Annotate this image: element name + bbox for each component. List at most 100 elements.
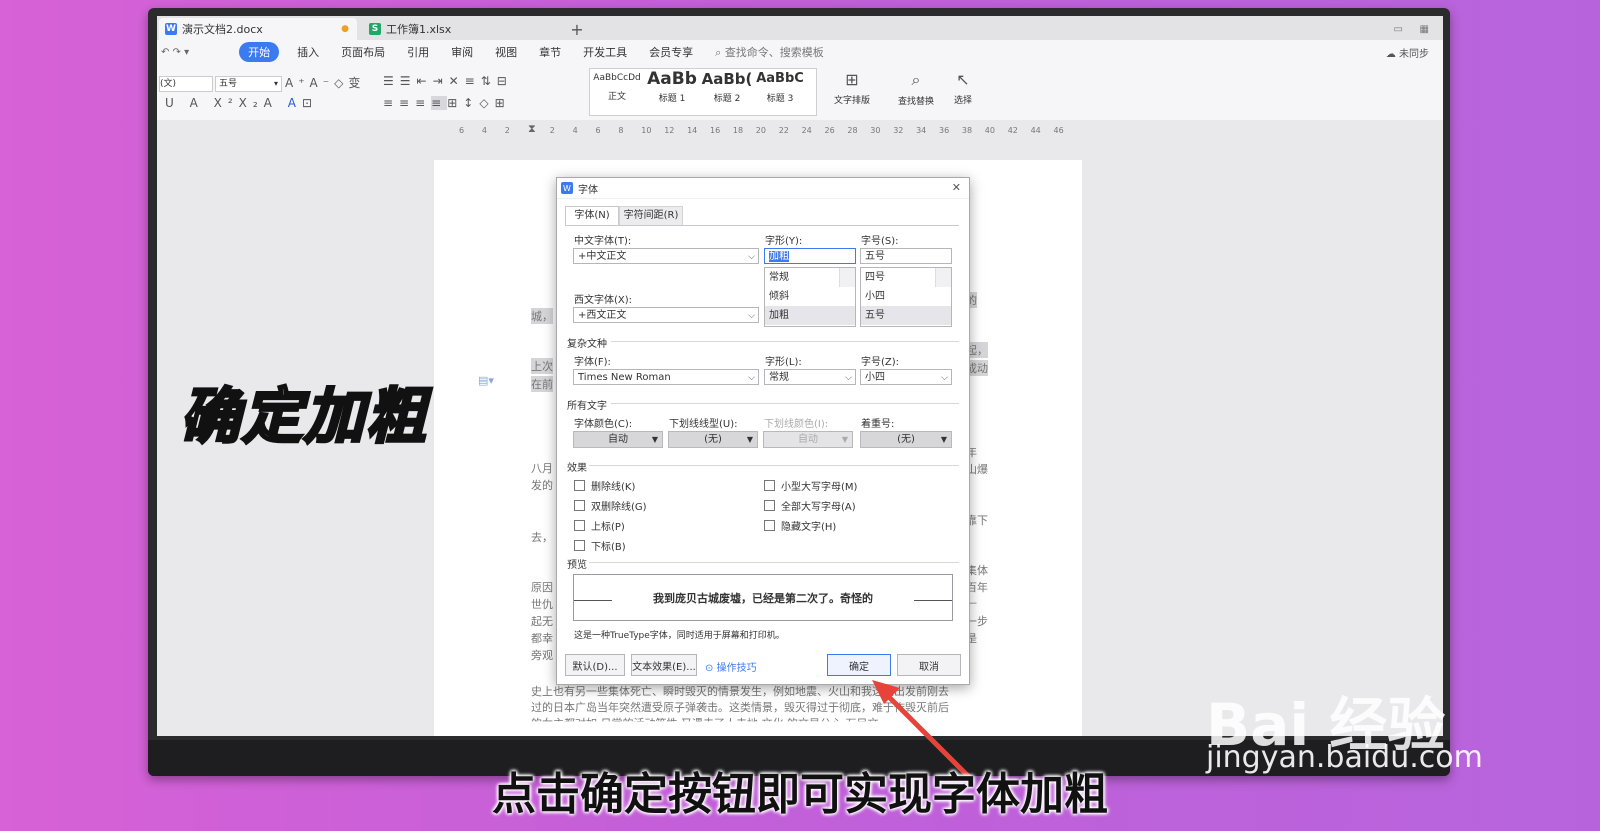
complex-font-select[interactable]: Times New Roman ⌵ <box>573 369 759 385</box>
close-icon[interactable]: ✕ <box>952 181 961 194</box>
checkbox-label: 删除线(K) <box>591 482 636 493</box>
size-list-scrollbar[interactable] <box>935 268 951 287</box>
chevron-down-icon: ⌵ <box>748 311 755 321</box>
strikethrough-checkbox[interactable]: 删除线(K) <box>574 478 635 493</box>
cn-font-select[interactable]: +中文正文 ⌵ <box>573 248 759 264</box>
style-list-scrollbar[interactable] <box>839 268 855 287</box>
hidden-text-checkbox[interactable]: 隐藏文字(H) <box>764 518 836 533</box>
paste-options-icon[interactable]: ▤▾ <box>478 374 494 387</box>
size-listbox[interactable]: 四号 小四 五号 <box>860 267 952 327</box>
superscript-checkbox[interactable]: 上标(P) <box>574 518 625 533</box>
cursor-arrow-icon: ↖ <box>956 70 970 89</box>
new-tab-button[interactable]: + <box>567 18 587 40</box>
unsaved-dot-icon: ● <box>341 24 349 34</box>
ruler-tick-label: 12 <box>664 126 675 135</box>
font-format-icons-row1[interactable]: A⁺A⁻◇变 <box>285 74 365 91</box>
ruler-tick-label: 32 <box>893 126 904 135</box>
west-font-value: +西文正文 <box>578 310 627 321</box>
sync-status[interactable]: ☁ 未同步 <box>1386 45 1429 60</box>
all-caps-checkbox[interactable]: 全部大写字母(A) <box>764 498 856 513</box>
ruler-tick-label: 4 <box>572 126 578 135</box>
tab-font[interactable]: 字体(N) <box>565 206 619 225</box>
underline-select[interactable]: (无) ▼ <box>668 431 758 448</box>
complex-style-select[interactable]: 常规 ⌵ <box>764 369 856 385</box>
text-effects-button[interactable]: 文本效果(E)... <box>631 654 697 676</box>
style-heading1[interactable]: AaBb 标题 1 <box>646 69 698 104</box>
menu-references[interactable]: 引用 <box>407 44 429 60</box>
tab-spreadsheet[interactable]: S 工作簿1.xlsx <box>363 18 555 40</box>
west-font-select[interactable]: +西文正文 ⌵ <box>573 307 759 323</box>
complex-size-select[interactable]: 小四 ⌵ <box>860 369 952 385</box>
indent-marker-icon[interactable]: ⧗ <box>528 122 536 136</box>
tips-link[interactable]: ⊙ 操作技巧 <box>705 659 757 674</box>
style-heading3[interactable]: AaBbC 标题 3 <box>754 71 806 104</box>
cancel-button[interactable]: 取消 <box>897 654 961 676</box>
tab-document[interactable]: W 演示文档2.docx ● <box>159 18 357 40</box>
font-size-select[interactable]: 五号 ▾ <box>215 76 282 92</box>
subscript-checkbox[interactable]: 下标(B) <box>574 538 626 553</box>
size-option-selected[interactable]: 五号 <box>861 306 951 325</box>
size-input-value: 五号 <box>865 251 885 262</box>
grid-apps-icon[interactable]: ▦ <box>1420 18 1429 40</box>
paragraph-icons-row1[interactable]: ☰☰⇤⇥✕≡⇅⊟ <box>383 74 513 88</box>
font-dialog: W 字体 ✕ 字体(N) 字符间距(R) 中文字体(T): +中文正文 ⌵ 字形… <box>556 177 970 685</box>
tab-divider <box>565 225 959 226</box>
ok-button[interactable]: 确定 <box>827 654 891 676</box>
checkbox-box <box>764 500 775 511</box>
chevron-down-icon: ⌵ <box>845 373 852 383</box>
ruler-tick-label: 18 <box>732 126 744 135</box>
layout-toggle-icon[interactable]: ▭ <box>1394 18 1403 40</box>
style-heading2[interactable]: AaBb( 标题 2 <box>700 70 754 104</box>
menu-view[interactable]: 视图 <box>495 44 517 60</box>
style-listbox[interactable]: 常规 倾斜 加粗 <box>764 267 856 327</box>
menu-review[interactable]: 审阅 <box>451 44 473 60</box>
doc-text-fragment: 上次 <box>531 358 553 374</box>
play-circle-icon: ⊙ <box>705 663 714 674</box>
double-strikethrough-checkbox[interactable]: 双删除线(G) <box>574 498 647 513</box>
menu-page-layout[interactable]: 页面布局 <box>341 44 385 60</box>
style-input[interactable]: 加粗 <box>764 248 856 264</box>
ruler-tick-label: 44 <box>1030 126 1041 135</box>
style-heading1-preview: AaBb <box>647 69 697 89</box>
complex-style-value: 常规 <box>769 372 789 383</box>
style-normal-preview: AaBbCcDd <box>593 73 641 83</box>
text-layout-button[interactable]: ⊞ 文字排版 <box>827 70 877 106</box>
style-option[interactable]: 倾斜 <box>765 287 855 306</box>
ruler-tick-label: 28 <box>847 126 858 135</box>
tips-link-label: 操作技巧 <box>716 663 757 674</box>
style-option-selected[interactable]: 加粗 <box>765 306 855 325</box>
small-caps-checkbox[interactable]: 小型大写字母(M) <box>764 478 857 493</box>
size-input[interactable]: 五号 <box>860 248 952 264</box>
find-replace-label: 查找替换 <box>897 97 934 107</box>
font-name-select[interactable]: (文) <box>159 76 213 92</box>
emphasis-value: (无) <box>897 434 915 445</box>
menu-home[interactable]: 开始 <box>239 42 280 62</box>
find-replace-button[interactable]: ⌕ 查找替换 <box>891 70 941 107</box>
preview-text: 我到庞贝古城废墟，已经是第二次了。奇怪的 <box>653 592 873 605</box>
ruler-tick-label: 34 <box>916 126 927 135</box>
ruler-tick-label: 26 <box>824 126 835 135</box>
font-color-select[interactable]: 自动 ▼ <box>573 431 663 448</box>
ruler-tick-label: 6 <box>459 126 465 135</box>
magnifier-icon: ⌕ <box>911 70 921 89</box>
menu-developer[interactable]: 开发工具 <box>583 44 627 60</box>
style-normal[interactable]: AaBbCcDd 正文 <box>592 73 642 102</box>
size-option[interactable]: 小四 <box>861 287 951 306</box>
paragraph-icons-row2[interactable]: ≡≡≡≡⊞↕◇⊞ <box>383 96 511 110</box>
color-label: 字体颜色(C): <box>574 419 633 430</box>
checkbox-label: 小型大写字母(M) <box>781 482 858 493</box>
menu-section[interactable]: 章节 <box>539 44 561 60</box>
select-button[interactable]: ↖ 选择 <box>945 70 981 106</box>
ruler-tick-label: 20 <box>755 126 766 135</box>
tab-character-spacing[interactable]: 字符间距(R) <box>619 206 683 226</box>
checkbox-box <box>574 480 585 491</box>
menu-insert[interactable]: 插入 <box>297 44 319 60</box>
command-search[interactable]: ⌕ 查找命令、搜索模板 <box>715 44 824 60</box>
menu-member[interactable]: 会员专享 <box>649 44 693 60</box>
quick-access-icons[interactable]: ↶ ↷ ▾ <box>161 47 189 58</box>
checkbox-label: 全部大写字母(A) <box>781 502 856 513</box>
emphasis-select[interactable]: (无) ▼ <box>860 431 952 448</box>
default-button[interactable]: 默认(D)... <box>565 654 625 676</box>
font-format-icons-row2[interactable]: U A X²X₂A A⊡ <box>165 96 318 110</box>
doc-text-fragment: 旁观 <box>531 649 553 662</box>
